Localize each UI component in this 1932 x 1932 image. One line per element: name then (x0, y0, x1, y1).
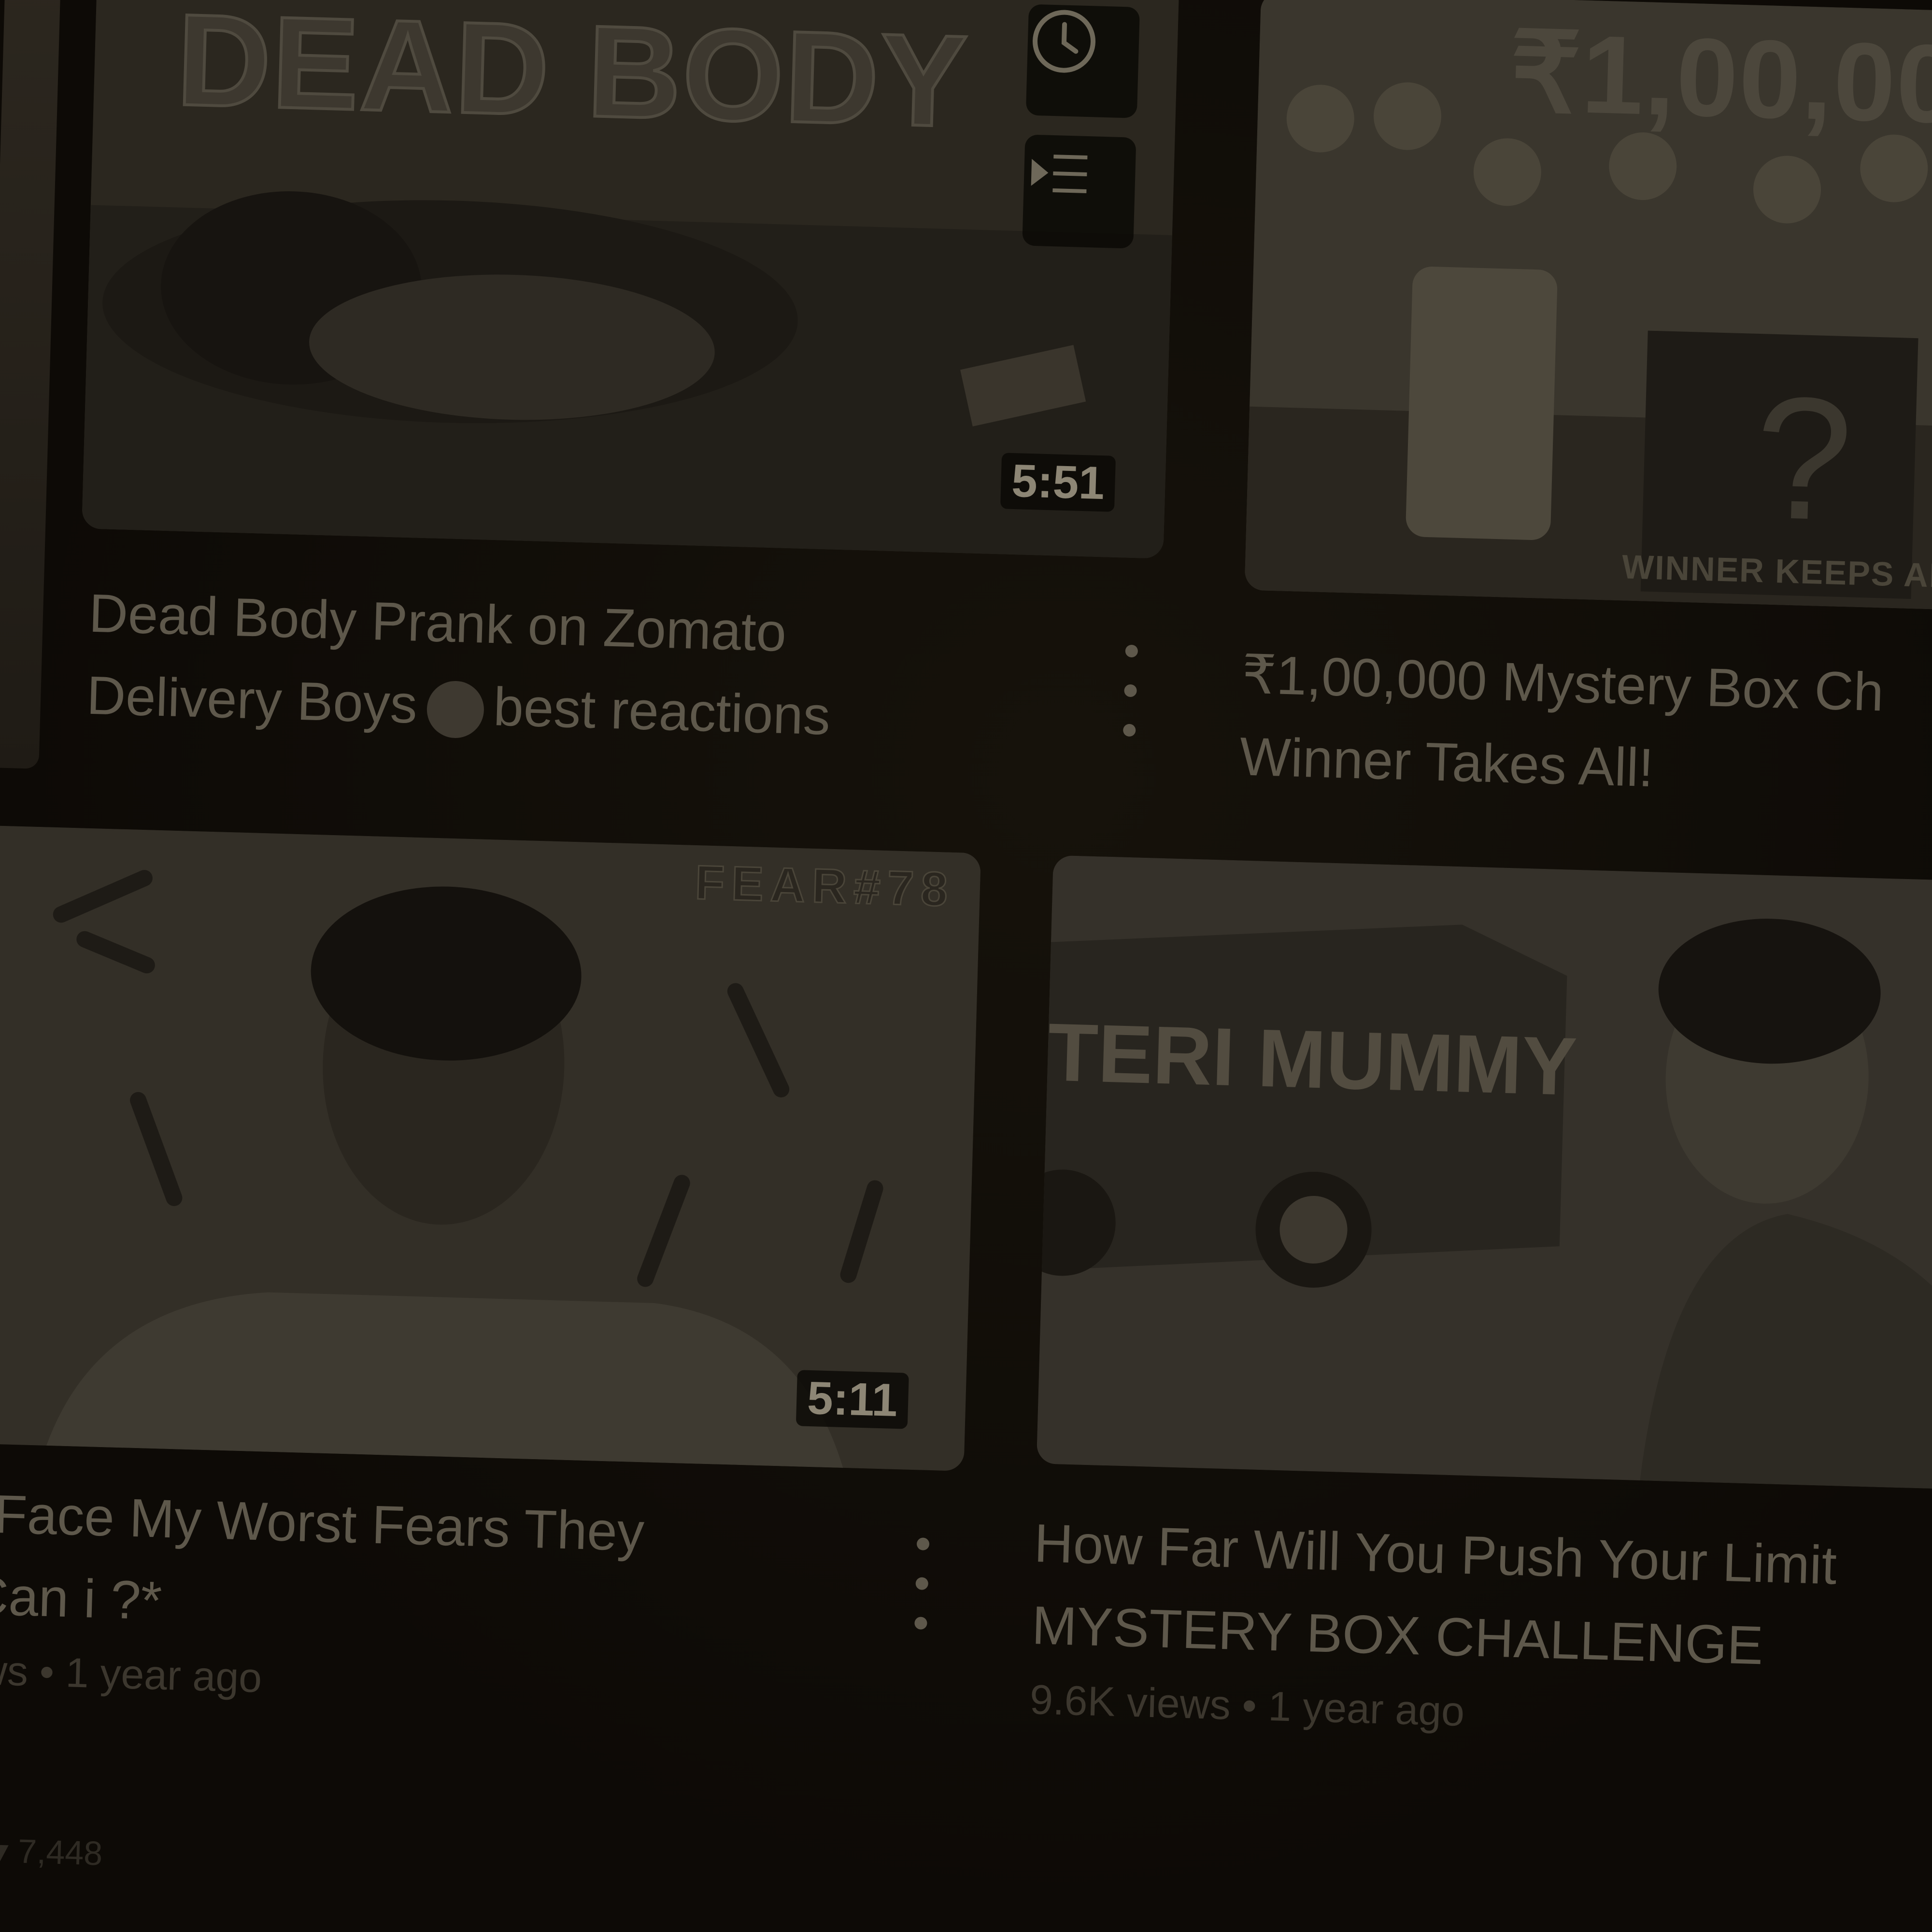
more-options-button[interactable] (906, 1537, 938, 1630)
video-title[interactable]: ₹1,00,000 Mystery Box Ch Winner Takes Al… (1238, 633, 1885, 815)
video-title[interactable]: n't Face My Worst Fears They l *Can i ?* (0, 1471, 645, 1656)
video-thumbnail[interactable]: TERI MUMMY (1036, 855, 1932, 1490)
screen: DEAD BODY 5:51 Dead Body Prank on Zomato… (0, 0, 1932, 1932)
queue-icon (1031, 155, 1088, 193)
watch-later-button[interactable] (1025, 4, 1140, 118)
duration-badge: 5:11 (796, 1370, 909, 1429)
video-thumbnail[interactable]: DEAD BODY 5:51 (82, 0, 1180, 559)
video-meta: views • 1 year ago (0, 1646, 263, 1702)
add-to-queue-button[interactable] (1022, 134, 1136, 249)
clock-icon (1033, 10, 1096, 73)
video-meta: 9.6K views • 1 year ago (1029, 1676, 1465, 1735)
thumbnail-text: DEAD BODY (173, 0, 971, 156)
like-icon: ▾ (0, 1832, 9, 1870)
more-options-button[interactable] (1115, 644, 1146, 737)
video-title[interactable]: Dead Body Prank on Zomato Delivery Boys b… (85, 572, 834, 757)
video-thumbnail[interactable]: FEAR#78 5:11 (0, 824, 981, 1471)
kebab-icon (916, 1537, 930, 1551)
partial-thumbnail[interactable] (0, 0, 61, 769)
video-thumbnail[interactable]: ? ₹1,00,00 WINNER KEEPS AL (1244, 0, 1932, 612)
duration-badge: 5:51 (1000, 453, 1116, 512)
thumbnail-text: ₹1,00,00 (1508, 10, 1932, 147)
kebab-icon (1125, 644, 1138, 658)
thumbnail-text: TERI MUMMY (1046, 1006, 1578, 1113)
like-count[interactable]: ▾ 7,448 (0, 1831, 103, 1873)
thumbnail-text: FEAR#78 (694, 854, 956, 917)
video-feed: DEAD BODY 5:51 Dead Body Prank on Zomato… (0, 0, 1932, 1932)
svg-text:?: ? (1753, 360, 1855, 557)
smile-emoji-icon (426, 680, 485, 739)
video-title[interactable]: How Far Will You Push Your Limit MYSTERY… (1031, 1502, 1838, 1689)
